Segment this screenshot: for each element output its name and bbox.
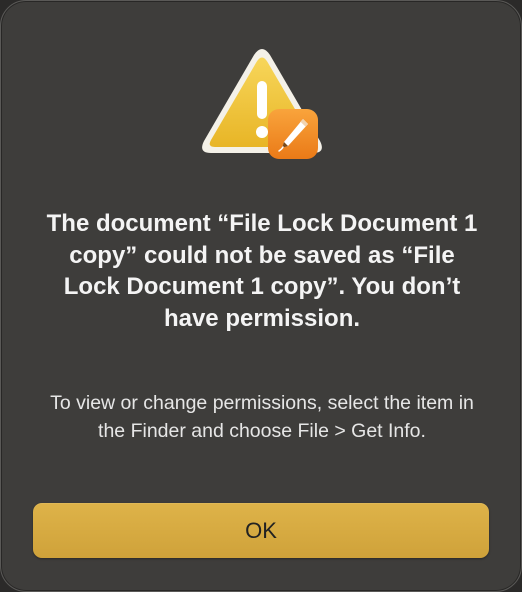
pages-app-icon — [267, 108, 319, 160]
alert-message: To view or change permissions, select th… — [50, 392, 474, 442]
alert-title: The document “File Lock Document 1 copy”… — [46, 210, 478, 332]
ok-button[interactable]: OK — [33, 503, 489, 558]
alert-dialog: The document “File Lock Document 1 copy”… — [0, 0, 522, 592]
warning-icon-group — [197, 41, 327, 171]
